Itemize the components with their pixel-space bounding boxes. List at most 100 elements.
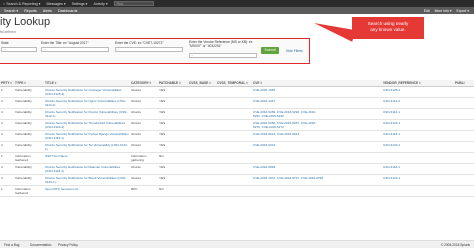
table-cell[interactable]: Open RPC Services List (44, 185, 130, 197)
messages-menu[interactable]: Messages ▾ (46, 2, 65, 6)
table-cell (454, 130, 474, 142)
table-cell: Ubuntu (130, 86, 158, 98)
table-cell: Vulnerability (14, 141, 44, 153)
table-cell: Information Gathered (14, 152, 44, 164)
page-subtitle: fst defined (0, 30, 16, 34)
table-cell[interactable] (382, 185, 454, 197)
table-cell[interactable]: Ubuntu Security Notification for Python … (44, 130, 130, 142)
table-cell: YES (158, 174, 188, 186)
cve-input[interactable]: * (115, 47, 183, 52)
table-cell (324, 152, 382, 164)
table-cell (324, 174, 382, 186)
table-cell (324, 97, 382, 109)
submit-button[interactable]: Submit (261, 47, 279, 54)
table-cell[interactable]: CVE-2016-6893 (252, 163, 324, 175)
table-cell[interactable]: CVE-2016-6321 (252, 141, 324, 153)
table-cell (324, 163, 382, 175)
table-cell (188, 152, 216, 164)
nav-alerts[interactable]: Alerts (43, 9, 52, 13)
table-cell[interactable] (252, 185, 324, 197)
table-cell (454, 163, 474, 175)
cve-label: Enter the CVE: ex "CVE7-15272" (115, 41, 164, 45)
table-cell: 4 (0, 119, 14, 131)
table-cell[interactable]: CVE-2016-7945 (252, 86, 324, 98)
table-cell[interactable]: USN-3124-1 (382, 119, 454, 131)
table-cell[interactable]: Ubuntu Security Notification for Nginx V… (44, 97, 130, 109)
table-cell[interactable]: USN-3132-1 (382, 141, 454, 153)
find-input[interactable]: Find (113, 1, 154, 6)
table-cell: Vulnerability (14, 97, 44, 109)
table-cell (216, 86, 252, 98)
table-cell[interactable]: USN-3118-1 (382, 163, 454, 175)
table-cell: 4 (0, 141, 14, 153)
title-input[interactable]: * (41, 47, 109, 52)
table-cell[interactable] (252, 152, 324, 164)
table-cell (188, 163, 216, 175)
table-cell: YES (158, 108, 188, 120)
table-row[interactable]: 4 Vulnerability Ubuntu Security Notificati… (0, 119, 474, 131)
table-cell[interactable]: Ubuntu Security Notification for Tar Vul… (44, 141, 130, 153)
vendor-ref-input[interactable]: * (189, 53, 257, 58)
footer-find-bug-link[interactable]: Find a Bug (4, 243, 19, 247)
footer-documentation-link[interactable]: Documentation (30, 243, 51, 247)
table-cell: Ubuntu (130, 97, 158, 109)
nav-search[interactable]: Search ▾ (4, 9, 18, 13)
table-row[interactable]: 4 Vulnerability Ubuntu Security Notificati… (0, 130, 474, 142)
table-cell[interactable]: Ubuntu Security Notification for Thunder… (44, 119, 130, 131)
table-cell: Vulnerability (14, 108, 44, 120)
app-menu-search-reporting[interactable]: ∷ Search & Reporting ▾ (3, 2, 40, 6)
table-cell: YES (158, 86, 188, 98)
table-cell: 4 (0, 108, 14, 120)
activity-menu[interactable]: Activity ▾ (93, 2, 107, 6)
table-row[interactable]: 4 Vulnerability Ubuntu Security Notificati… (0, 141, 474, 153)
table-cell[interactable]: SSH Host Name (44, 152, 130, 164)
table-cell[interactable]: Ubuntu Security Notification for Grunage… (44, 86, 130, 98)
nav-dashboards[interactable]: Dashboards (58, 9, 77, 13)
table-cell: YES (158, 163, 188, 175)
table-cell (454, 152, 474, 164)
table-cell (454, 119, 474, 131)
table-cell[interactable] (382, 152, 454, 164)
table-cell: YES (158, 119, 188, 131)
footer-privacy-link[interactable]: Privacy Policy (58, 243, 78, 247)
table-cell: 4 (0, 163, 14, 175)
table-row[interactable]: 4 Vulnerability Ubuntu Security Notificati… (0, 97, 474, 109)
table-cell[interactable]: USN-3120-1 (382, 174, 454, 186)
table-cell (216, 185, 252, 197)
table-cell: 1 (0, 152, 14, 164)
table-cell[interactable]: CVE-2016-5289, CVE-2016-5290, CVE-2016-5… (252, 108, 324, 120)
settings-menu[interactable]: Settings ▾ (72, 2, 88, 6)
table-cell[interactable]: Ubuntu Security Notification for Mailman… (44, 163, 130, 175)
more-info-button[interactable]: More Info ▾ (435, 9, 452, 13)
table-row[interactable]: 1 Vulnerability Ubuntu Security Notificati… (0, 86, 474, 98)
table-cell (454, 141, 474, 153)
table-row[interactable]: 4 Vulnerability Ubuntu Security Notificati… (0, 108, 474, 120)
hide-filters-link[interactable]: Hide Filters (286, 49, 303, 53)
table-cell: NO (158, 152, 188, 164)
table-cell[interactable]: USN-3125-1 (382, 86, 454, 98)
top-menu-bar: ∷ Search & Reporting ▾ Messages ▾ Settin… (0, 0, 474, 7)
table-cell (454, 97, 474, 109)
results-table: PRTY ◊ TYPE ◊ TITLE ◊ CATEGORY ◊ PATCHABLE ◊… (0, 80, 474, 197)
table-row[interactable]: 4 Vulnerability Ubuntu Security Notificati… (0, 174, 474, 186)
table-row[interactable]: 1 Information Gathered SSH Host Name Inform… (0, 152, 474, 164)
table-cell[interactable]: USN-3112-1 (382, 108, 454, 120)
table-cell[interactable]: Ubuntu Security Notification for Firefox… (44, 108, 130, 120)
table-cell: Ubuntu (130, 141, 158, 153)
table-row[interactable]: 1 Information Gathered Open RPC Services L… (0, 185, 474, 197)
export-button[interactable]: Export ▾ (457, 9, 469, 13)
table-cell[interactable]: CVE-2016-7837, CVE-2016-9797, CVE-2016-9… (252, 174, 324, 186)
table-cell[interactable]: USN-3115-1 (382, 130, 454, 142)
table-cell[interactable]: CVE-2016-9013, CVE-2016-9014 (252, 130, 324, 142)
table-cell (216, 97, 252, 109)
table-cell[interactable]: CVE-2016-1247 (252, 97, 324, 109)
table-cell[interactable]: CVE-2016-5250, CVE-2016-5257, CVE-2016-5… (252, 119, 324, 131)
table-cell[interactable]: Ubuntu Security Notification for BlueZ V… (44, 174, 130, 186)
table-cell: YES (158, 130, 188, 142)
nav-reports[interactable]: Reports (24, 9, 37, 13)
table-row[interactable]: 4 Vulnerability Ubuntu Security Notificati… (0, 163, 474, 175)
table-cell[interactable]: USN-3114-2 (382, 97, 454, 109)
state-input[interactable]: * (1, 47, 37, 52)
title-label: Enter the Title: ex "August 2017" (41, 41, 89, 45)
edit-button[interactable]: Edit (424, 9, 430, 13)
